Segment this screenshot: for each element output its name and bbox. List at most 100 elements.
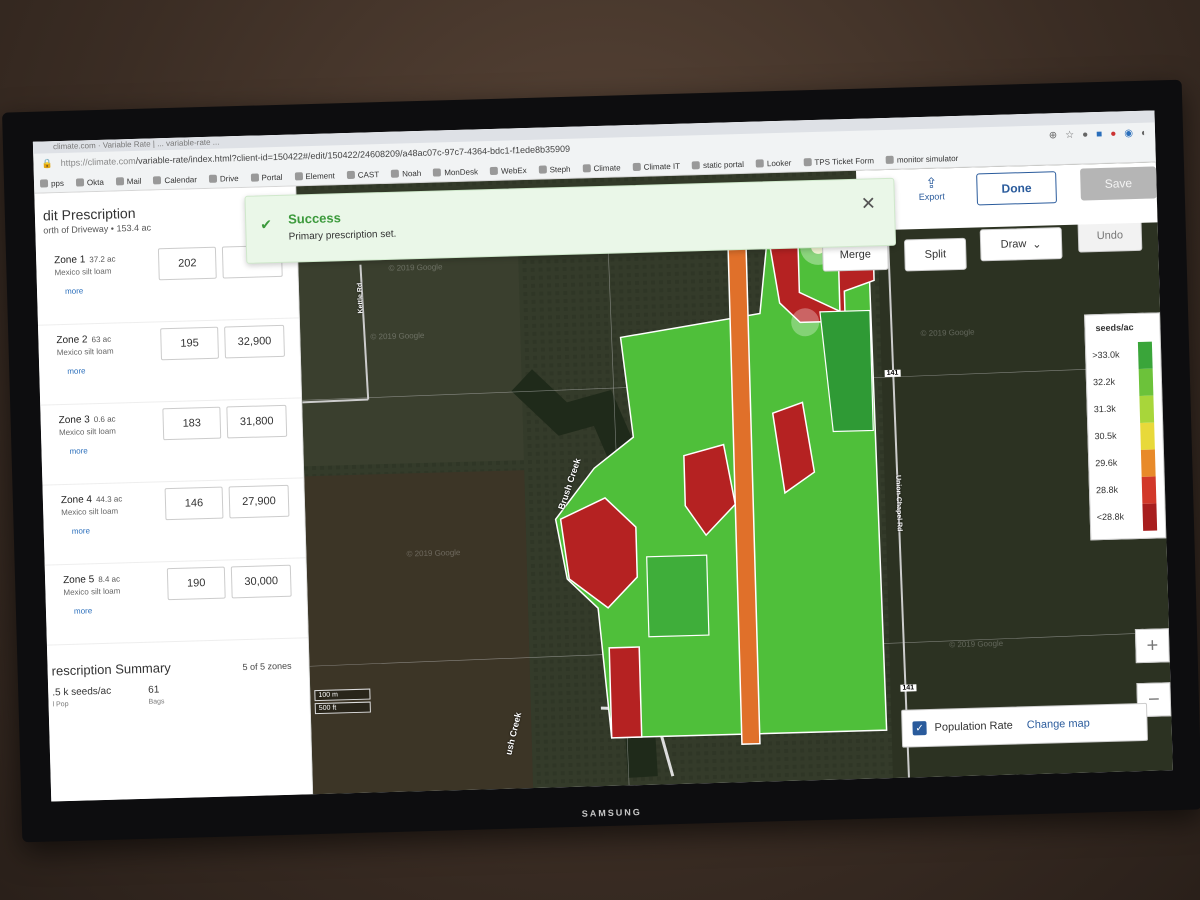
legend-item: 29.6k: [1095, 449, 1156, 477]
legend-label: <28.8k: [1096, 511, 1125, 523]
zone-more-link[interactable]: more: [72, 526, 90, 536]
zone-acres: 8.4 ac: [98, 574, 121, 585]
bookmark-item[interactable]: WebEx: [489, 165, 527, 175]
bookmark-item[interactable]: TPS Ticket Form: [803, 156, 874, 167]
bookmark-item[interactable]: static portal: [691, 159, 744, 170]
bookmark-icon: [433, 168, 442, 177]
zone-more-link[interactable]: more: [69, 446, 87, 456]
draw-dropdown[interactable]: Draw ⌄: [979, 227, 1063, 262]
summary-avg-value: .5 k seeds/ac: [52, 685, 112, 699]
zone-label: Zone 1: [54, 254, 86, 267]
bookmark-item[interactable]: pps: [39, 178, 64, 188]
legend-swatch: [1141, 476, 1157, 504]
zone-yield-input[interactable]: 146: [164, 486, 224, 521]
extension-icon[interactable]: ■: [1096, 128, 1102, 139]
extension-icon[interactable]: ●: [1110, 128, 1116, 139]
zone-yield-input[interactable]: 202: [157, 246, 217, 281]
extension-icon[interactable]: ●: [1082, 129, 1088, 140]
map-watermark: © 2019 Google: [370, 330, 425, 342]
bookmark-label: Steph: [549, 164, 571, 174]
zone-label: Zone 4: [60, 494, 93, 507]
bookmark-item[interactable]: Okta: [75, 177, 104, 187]
legend-label: 30.5k: [1094, 430, 1117, 442]
toast-title: Success: [287, 210, 342, 227]
bookmark-item[interactable]: Mail: [115, 176, 142, 186]
star-icon[interactable]: ☆: [1065, 129, 1074, 140]
route-shield: 141: [900, 684, 917, 692]
summary-avg-label: l Pop: [52, 700, 69, 709]
zone-yield-input[interactable]: 195: [160, 326, 219, 361]
top-toolbar: ⇪ Export Done Save: [855, 162, 1158, 231]
population-rate-checkbox[interactable]: ✓: [912, 721, 927, 736]
map-watermark: © 2019 Google: [920, 327, 975, 339]
profile-avatar-icon[interactable]: ◐: [1141, 127, 1147, 138]
zone-acres: 37.2 ac: [89, 254, 116, 265]
zone-name: Zone 4 44.3 ac: [61, 493, 123, 506]
screen: climate.com · Variable Rate | ... variab…: [32, 110, 1173, 802]
layer-card: ✓ Population Rate Change map: [901, 702, 1149, 748]
bookmark-label: Climate: [593, 162, 621, 173]
rate-legend: seeds/ac >33.0k 32.2k 31.3k 30.5k 29.6k 28.8k…: [1084, 312, 1167, 541]
legend-item: 32.2k: [1093, 368, 1154, 396]
bookmark-item[interactable]: CAST: [346, 169, 380, 180]
bookmark-label: TPS Ticket Form: [814, 155, 875, 167]
zone-rate-input[interactable]: 31,800: [226, 404, 288, 439]
bookmark-label: Calendar: [164, 174, 198, 185]
split-button[interactable]: Split: [903, 237, 967, 272]
zone-label: Zone 5: [62, 574, 95, 587]
zone-rate-input[interactable]: 30,000: [230, 564, 292, 599]
export-button[interactable]: ⇪ Export: [918, 174, 945, 203]
save-button[interactable]: Save: [1080, 166, 1157, 201]
bookmark-icon: [294, 172, 303, 181]
scale-feet: 500 ft: [314, 701, 371, 715]
field-subtitle: orth of Driveway • 153.4 ac: [43, 222, 152, 236]
bookmark-item[interactable]: Climate: [582, 162, 621, 173]
bookmark-item[interactable]: Portal: [250, 172, 283, 182]
summary-zone-count: 5 of 5 zones: [242, 660, 292, 673]
done-button[interactable]: Done: [976, 171, 1057, 206]
lock-icon: 🔒: [41, 157, 53, 169]
url-host: https://climate.com: [60, 155, 136, 168]
bookmark-icon: [755, 159, 765, 168]
legend-item: <28.8k: [1096, 503, 1158, 531]
app-area: dit Prescription orth of Driveway • 153.…: [34, 162, 1173, 802]
zone-soil: Mexico silt loam: [61, 506, 119, 518]
field-parcel: [304, 470, 534, 795]
zone-yield-input[interactable]: 183: [162, 406, 222, 441]
zone-rate-input[interactable]: 32,900: [224, 324, 285, 359]
bookmark-item[interactable]: monitor simulator: [885, 153, 958, 164]
bookmark-label: CAST: [357, 169, 380, 180]
bookmark-item[interactable]: Looker: [755, 158, 792, 168]
zone-more-link[interactable]: more: [74, 606, 92, 616]
bookmark-label: Looker: [766, 158, 792, 168]
bookmark-item[interactable]: Noah: [391, 168, 421, 178]
bookmark-item[interactable]: Calendar: [153, 175, 197, 185]
bookmark-item[interactable]: Drive: [208, 174, 239, 184]
change-map-link[interactable]: Change map: [1027, 717, 1090, 731]
zone-more-link[interactable]: more: [65, 286, 83, 296]
zone-more-link[interactable]: more: [67, 366, 85, 376]
chevron-down-icon: ⌄: [1032, 238, 1042, 251]
extension-icon[interactable]: ◉: [1124, 128, 1133, 139]
zone-yield-input[interactable]: 190: [166, 566, 226, 601]
bookmark-item[interactable]: MonDesk: [433, 167, 478, 177]
summary-bags-label: Bags: [148, 698, 165, 706]
zoom-icon[interactable]: ⊕: [1049, 130, 1058, 141]
bookmark-item[interactable]: Element: [294, 171, 335, 181]
export-label: Export: [918, 191, 945, 203]
bookmark-item[interactable]: Steph: [538, 164, 571, 174]
bookmark-icon: [115, 177, 124, 186]
close-icon[interactable]: ✕: [861, 193, 877, 214]
bookmark-item[interactable]: Climate IT: [632, 161, 680, 171]
field-parcel: [297, 240, 524, 467]
road-label: Kettle Rd: [356, 282, 365, 314]
zone-soil: Mexico silt loam: [54, 266, 112, 278]
map-watermark: © 2019 Google: [949, 638, 1004, 650]
zone-name: Zone 1 37.2 ac: [54, 254, 116, 267]
zone-rate-input[interactable]: 27,900: [228, 484, 290, 519]
bookmark-icon: [39, 179, 49, 188]
zoom-in-button[interactable]: +: [1134, 628, 1170, 664]
zone-row: Zone 2 63 ac Mexico silt loam more 195 32,900: [38, 318, 303, 406]
bookmark-icon: [885, 155, 895, 164]
legend-label: >33.0k: [1092, 349, 1120, 361]
